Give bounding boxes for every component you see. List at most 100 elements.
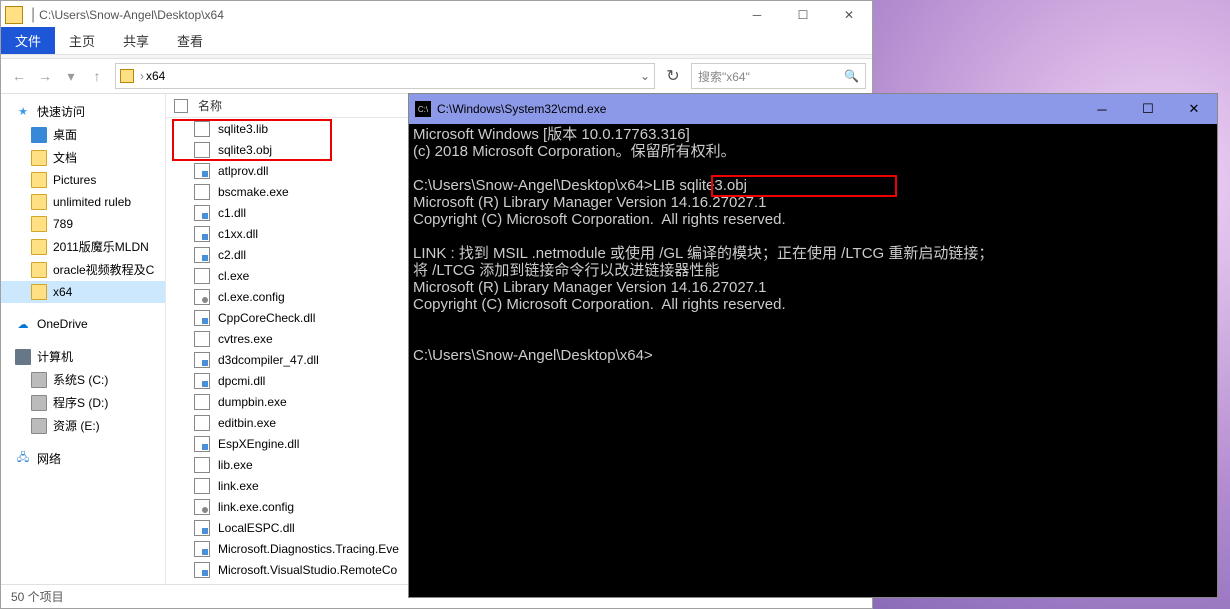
tab-view[interactable]: 查看 [163, 27, 217, 54]
nav-drive-c[interactable]: 系统S (C:) [1, 368, 165, 391]
file-name: c1.dll [218, 206, 246, 220]
file-icon [194, 562, 210, 578]
computer-icon [15, 349, 31, 365]
nav-desktop[interactable]: 桌面 [1, 123, 165, 146]
file-icon [194, 268, 210, 284]
tab-share[interactable]: 共享 [109, 27, 163, 54]
chevron-right-icon: › [140, 69, 144, 83]
file-name: CppCoreCheck.dll [218, 311, 315, 325]
file-name: sqlite3.lib [218, 122, 268, 136]
nav-oracle[interactable]: oracle视频教程及C [1, 258, 165, 281]
file-icon [194, 226, 210, 242]
desktop-icon [31, 127, 47, 143]
nav-docs[interactable]: 文档 [1, 146, 165, 169]
tab-file[interactable]: 文件 [1, 27, 55, 54]
file-name: bscmake.exe [218, 185, 289, 199]
minimize-button[interactable]: ─ [734, 1, 780, 29]
star-icon: ★ [15, 104, 31, 120]
file-icon [194, 457, 210, 473]
file-icon [194, 373, 210, 389]
drive-icon [31, 395, 47, 411]
file-icon [194, 352, 210, 368]
file-name: LocalESPC.dll [218, 521, 295, 535]
search-input[interactable]: 搜索"x64" 🔍 [691, 63, 866, 89]
nav-pics[interactable]: Pictures [1, 169, 165, 191]
nav-recent-button[interactable]: ▾ [59, 64, 83, 88]
file-name: d3dcompiler_47.dll [218, 353, 319, 367]
file-name: dumpbin.exe [218, 395, 287, 409]
search-icon: 🔍 [844, 69, 859, 83]
file-icon [194, 163, 210, 179]
tab-home[interactable]: 主页 [55, 27, 109, 54]
drive-icon [31, 372, 47, 388]
close-button[interactable]: ✕ [826, 1, 872, 29]
maximize-button[interactable]: ☐ [780, 1, 826, 29]
nav-fwd-button[interactable]: → [33, 64, 57, 88]
nav-drive-d[interactable]: 程序S (D:) [1, 391, 165, 414]
nav-network[interactable]: 🖧网络 [1, 447, 165, 470]
nav-789[interactable]: 789 [1, 213, 165, 235]
nav-quick-access[interactable]: ★快速访问 [1, 100, 165, 123]
file-icon [194, 184, 210, 200]
chevron-down-icon[interactable]: ⌄ [640, 69, 650, 83]
file-name: EspXEngine.dll [218, 437, 299, 451]
file-icon [194, 499, 210, 515]
file-name: link.exe.config [218, 500, 294, 514]
folder-icon [120, 69, 134, 83]
file-icon [194, 436, 210, 452]
nav-unlimited[interactable]: unlimited ruleb [1, 191, 165, 213]
refresh-button[interactable]: ↻ [661, 64, 685, 88]
select-all-checkbox[interactable] [174, 99, 188, 113]
cmd-minimize-button[interactable]: ─ [1079, 94, 1125, 124]
separator: | [31, 6, 35, 24]
address-segment[interactable]: x64 [146, 69, 165, 83]
file-name: sqlite3.obj [218, 143, 272, 157]
folder-icon [31, 239, 47, 255]
file-name: atlprov.dll [218, 164, 268, 178]
titlebar[interactable]: | C:\Users\Snow-Angel\Desktop\x64 ─ ☐ ✕ [1, 1, 872, 29]
file-icon [194, 247, 210, 263]
file-icon [194, 415, 210, 431]
nav-mldn[interactable]: 2011版魔乐MLDN [1, 235, 165, 258]
file-name: c2.dll [218, 248, 246, 262]
cmd-titlebar[interactable]: C:\ C:\Windows\System32\cmd.exe ─ ☐ ✕ [409, 94, 1217, 124]
drive-icon [31, 418, 47, 434]
file-icon [194, 289, 210, 305]
file-name: cvtres.exe [218, 332, 273, 346]
cmd-title: C:\Windows\System32\cmd.exe [437, 102, 606, 116]
file-icon [194, 478, 210, 494]
cmd-icon: C:\ [415, 101, 431, 117]
status-text: 50 个项目 [11, 588, 64, 605]
file-name: cl.exe.config [218, 290, 285, 304]
ribbon: 文件 主页 共享 查看 [1, 29, 872, 55]
cmd-close-button[interactable]: ✕ [1171, 94, 1217, 124]
nav-back-button[interactable]: ← [7, 64, 31, 88]
file-name: c1xx.dll [218, 227, 258, 241]
cmd-maximize-button[interactable]: ☐ [1125, 94, 1171, 124]
address-bar[interactable]: › x64 ⌄ [115, 63, 655, 89]
file-icon [194, 520, 210, 536]
cmd-output[interactable]: Microsoft Windows [版本 10.0.17763.316] (c… [409, 124, 1217, 597]
file-name: lib.exe [218, 458, 253, 472]
col-name[interactable]: 名称 [198, 97, 222, 114]
file-icon [194, 121, 210, 137]
nav-drive-e[interactable]: 资源 (E:) [1, 414, 165, 437]
nav-pane[interactable]: ★快速访问 桌面 文档 Pictures unlimited ruleb 789… [1, 94, 166, 584]
window-title: C:\Users\Snow-Angel\Desktop\x64 [39, 8, 224, 22]
nav-computer[interactable]: 计算机 [1, 345, 165, 368]
file-name: editbin.exe [218, 416, 276, 430]
address-row: ← → ▾ ↑ › x64 ⌄ ↻ 搜索"x64" 🔍 [1, 59, 872, 93]
folder-icon [5, 6, 23, 24]
search-placeholder: 搜索"x64" [698, 68, 750, 85]
nav-onedrive[interactable]: ☁OneDrive [1, 313, 165, 335]
file-icon [194, 205, 210, 221]
cloud-icon: ☁ [15, 316, 31, 332]
file-name: link.exe [218, 479, 259, 493]
nav-up-button[interactable]: ↑ [85, 64, 109, 88]
file-name: cl.exe [218, 269, 249, 283]
file-icon [194, 310, 210, 326]
nav-x64[interactable]: x64 [1, 281, 165, 303]
cmd-window: C:\ C:\Windows\System32\cmd.exe ─ ☐ ✕ Mi… [408, 93, 1218, 598]
folder-icon [31, 262, 47, 278]
network-icon: 🖧 [15, 451, 31, 467]
